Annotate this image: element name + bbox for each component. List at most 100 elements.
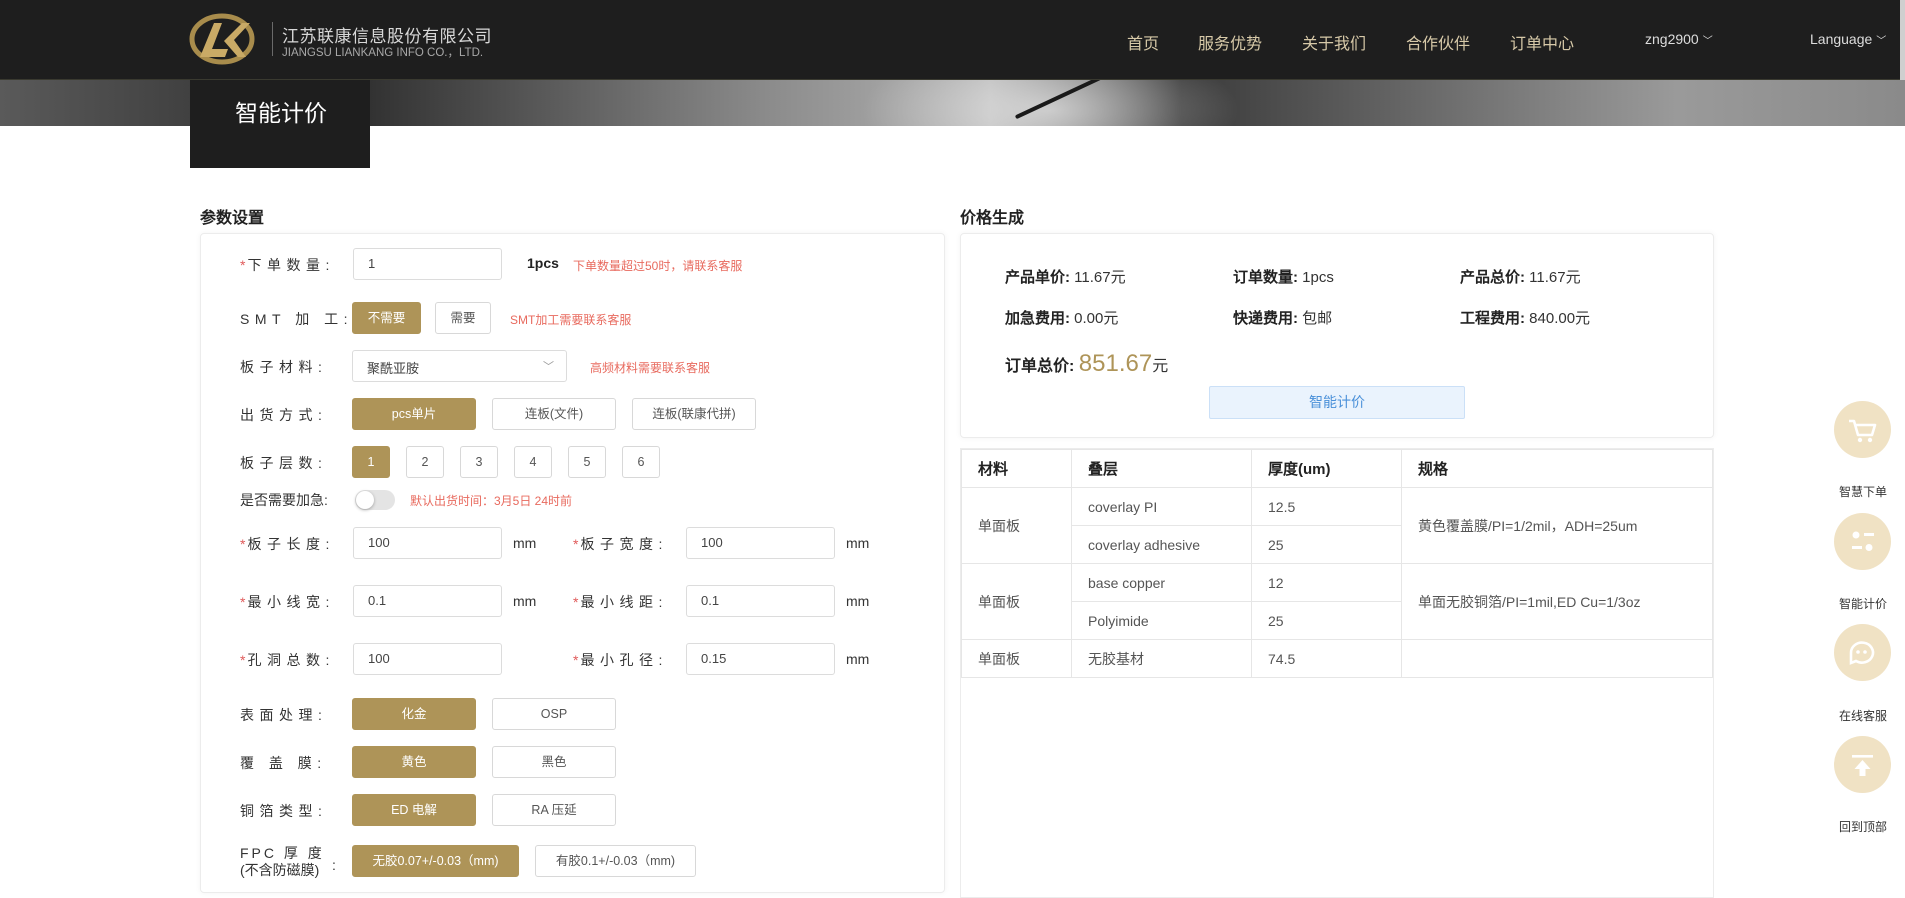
- urgent-toggle[interactable]: [355, 490, 395, 510]
- back-to-top-icon: [1852, 755, 1873, 776]
- min-hole-input[interactable]: 0.15: [686, 643, 835, 675]
- calculator-icon: [1852, 531, 1874, 551]
- layers-row: 板子层数: 1 2 3 4 5 6: [240, 446, 940, 478]
- quantity-input[interactable]: 1: [353, 248, 502, 280]
- min-trace-unit: mm: [513, 593, 537, 609]
- quantity-row: * 下单数量: 1 1pcs 下单数量超过50时，请联系客服: [240, 248, 940, 280]
- shipping-panel-file-button[interactable]: 连板(文件): [492, 398, 616, 430]
- stackup-table: 材料 叠层 厚度(um) 规格 单面板 coverlay PI 12.5 黄色覆…: [961, 449, 1713, 678]
- product-total: 产品总价: 11.67元: [1460, 269, 1581, 286]
- online-support-button[interactable]: [1834, 624, 1891, 681]
- cell-material: 单面板: [961, 563, 1072, 640]
- layer-3-button[interactable]: 3: [460, 446, 498, 478]
- trace-row: * 最小线宽: 0.1 mm * 最小线距: 0.1 mm: [240, 585, 940, 617]
- engineering-fee: 工程费用: 840.00元: [1460, 310, 1591, 327]
- smart-pricing-button[interactable]: 智能计价: [1209, 386, 1465, 419]
- layer-1-button[interactable]: 1: [352, 446, 390, 478]
- copper-ed-button[interactable]: ED 电解: [352, 794, 476, 826]
- cell-spec: [1401, 639, 1713, 678]
- min-trace-input[interactable]: 0.1: [353, 585, 502, 617]
- smart-pricing-side-label: 智能计价: [1838, 597, 1887, 611]
- material-label: 板子材料:: [240, 359, 328, 375]
- material-row: 板子材料: 聚酰亚胺 ﹀ 高频材料需要联系客服: [240, 350, 940, 382]
- nav-about-us[interactable]: 关于我们: [1302, 30, 1366, 54]
- company-name-en: JIANGSU LIANKANG INFO CO.，LTD.: [282, 47, 484, 59]
- fpc-adhesive-button[interactable]: 有胶0.1+/-0.03（mm): [535, 845, 696, 877]
- col-spec: 规格: [1401, 449, 1713, 488]
- smt-label: SMT 加 工:: [240, 311, 353, 327]
- surface-enig-button[interactable]: 化金: [352, 698, 476, 730]
- surface-osp-button[interactable]: OSP: [492, 698, 616, 730]
- surface-row: 表面处理: 化金 OSP: [240, 698, 940, 730]
- coverlay-black-button[interactable]: 黑色: [492, 746, 616, 778]
- language-label: Language: [1810, 31, 1873, 47]
- copper-ra-button[interactable]: RA 压延: [492, 794, 616, 826]
- user-menu[interactable]: zng2900 ﹀: [1645, 31, 1713, 47]
- layer-6-button[interactable]: 6: [622, 446, 660, 478]
- top-navbar: 江苏联康信息股份有限公司 JIANGSU LIANKANG INFO CO.，L…: [0, 0, 1905, 82]
- unit-price: 产品单价: 11.67元: [1005, 269, 1126, 286]
- quantity-label: * 下单数量:: [240, 257, 335, 273]
- min-hole-label: * 最小孔径:: [573, 652, 668, 668]
- cell-layer: Polyimide: [1071, 601, 1252, 640]
- nav-order-center[interactable]: 订单中心: [1510, 30, 1574, 54]
- shipping-label: 出货方式:: [240, 407, 328, 423]
- layer-5-button[interactable]: 5: [568, 446, 606, 478]
- shipping-panel-lk-button[interactable]: 连板(联康代拼): [632, 398, 756, 430]
- table-row: 单面板 coverlay PI 12.5 黄色覆盖膜/PI=1/2mil，ADH…: [961, 487, 1713, 564]
- username: zng2900: [1645, 31, 1699, 47]
- scrollbar[interactable]: [1900, 0, 1905, 82]
- urgent-fee: 加急费用: 0.00元: [1005, 310, 1119, 327]
- smt-hint: SMT加工需要联系客服: [510, 313, 632, 327]
- shipping-pcs-button[interactable]: pcs单片: [352, 398, 476, 430]
- col-layer: 叠层: [1071, 449, 1252, 488]
- layer-2-button[interactable]: 2: [406, 446, 444, 478]
- fpc-thickness-label: FPC 厚 度 (不含防磁膜): [240, 845, 325, 878]
- company-logo[interactable]: [188, 13, 256, 65]
- width-input[interactable]: 100: [686, 527, 835, 559]
- material-select[interactable]: 聚酰亚胺 ﹀: [352, 350, 567, 382]
- cell-material: 单面板: [961, 639, 1072, 678]
- length-unit: mm: [513, 535, 537, 551]
- smart-order-button[interactable]: [1834, 401, 1891, 458]
- nav-service-advantages[interactable]: 服务优势: [1198, 30, 1262, 54]
- toggle-knob: [356, 491, 374, 509]
- coverlay-row: 覆 盖 膜: 黄色 黑色: [240, 746, 940, 778]
- cell-spec: 黄色覆盖膜/PI=1/2mil，ADH=25um: [1401, 487, 1713, 564]
- order-total: 订单总价: 851.67元: [1005, 350, 1169, 377]
- smt-no-button[interactable]: 不需要: [352, 302, 421, 334]
- online-support-label: 在线客服: [1838, 709, 1887, 723]
- min-hole-unit: mm: [846, 651, 870, 667]
- layer-4-button[interactable]: 4: [514, 446, 552, 478]
- back-to-top-button[interactable]: [1834, 736, 1891, 793]
- surface-label: 表面处理:: [240, 707, 328, 723]
- chevron-down-icon: ﹀: [1876, 36, 1887, 47]
- table-header-row: 材料 叠层 厚度(um) 规格: [961, 449, 1713, 488]
- nav-partners[interactable]: 合作伙伴: [1406, 30, 1470, 54]
- holes-input[interactable]: 100: [353, 643, 502, 675]
- copper-label: 铜箔类型:: [240, 803, 328, 819]
- smart-pricing-side-button[interactable]: [1834, 513, 1891, 570]
- urgent-label: 是否需要加急:: [240, 492, 328, 508]
- holes-row: * 孔洞总数: 100 * 最小孔径: 0.15 mm: [240, 643, 940, 675]
- coverlay-yellow-button[interactable]: 黄色: [352, 746, 476, 778]
- layers-label: 板子层数:: [240, 455, 328, 471]
- order-total-value: 851.67: [1078, 350, 1153, 377]
- fpc-no-adhesive-button[interactable]: 无胶0.07+/-0.03（mm): [352, 845, 519, 877]
- nav-home[interactable]: 首页: [1127, 30, 1159, 54]
- cart-icon: [1849, 419, 1877, 443]
- urgent-row: 是否需要加急: 默认出货时间：3月5日 24时前: [240, 483, 940, 515]
- copper-row: 铜箔类型: ED 电解 RA 压延: [240, 794, 940, 826]
- smt-yes-button[interactable]: 需要: [435, 302, 491, 334]
- cell-spec: 单面无胶铜箔/PI=1mil,ED Cu=1/3oz: [1401, 563, 1713, 640]
- shipping-row: 出货方式: pcs单片 连板(文件) 连板(联康代拼): [240, 398, 940, 430]
- delivery-fee: 快递费用: 包邮: [1233, 310, 1333, 327]
- quantity-hint: 下单数量超过50时，请联系客服: [573, 259, 743, 273]
- length-input[interactable]: 100: [353, 527, 502, 559]
- language-menu[interactable]: Language ﹀: [1810, 31, 1886, 47]
- min-space-input[interactable]: 0.1: [686, 585, 835, 617]
- cell-material: 单面板: [961, 487, 1072, 564]
- cell-thickness: 12: [1251, 563, 1402, 602]
- cell-thickness: 74.5: [1251, 639, 1402, 678]
- params-section-title: 参数设置: [200, 210, 265, 227]
